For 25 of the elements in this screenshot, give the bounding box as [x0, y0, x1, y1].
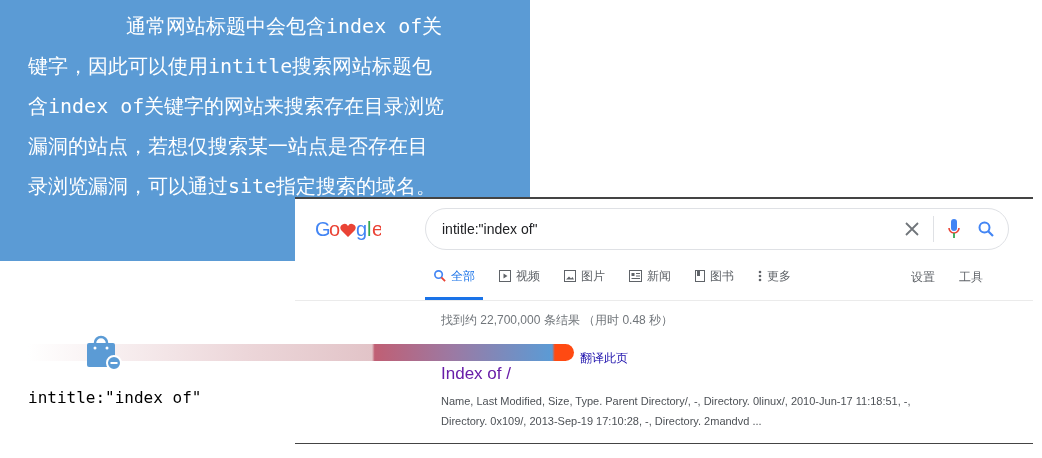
more-icon [758, 269, 762, 282]
search-query: intitle:"index of" [442, 219, 539, 239]
book-icon [695, 269, 705, 282]
result-title[interactable]: Index of / [441, 363, 1033, 385]
tab[interactable]: 更多 [750, 264, 799, 300]
tab[interactable]: 视频 [491, 264, 548, 300]
close-icon[interactable] [905, 222, 919, 236]
translate-link[interactable]: 翻译此页 [580, 351, 628, 365]
result-stats: 找到约 22,700,000 条结果 （用时 0.48 秒） [441, 312, 675, 329]
tab[interactable]: 全部 [425, 264, 483, 300]
paragraph: 通常网站标题中会包含index of关 键字，因此可以使用intitle搜索网站标题包 含index of关键字的网站来搜索存在目录浏览 漏洞的站点，若想仅搜索某一站点是否存在目 录浏览漏洞，可以通过site指定搜索的域名。 [28, 13, 446, 200]
result-snippet: Name, Last Modified, Size, Type. Parent Directory/, -, Directory. 0linux/, 2010-Jun-17 11:18:51, -, Directory. 0x109/, 2013-Sep-19 17:10:28, -, Directory. 2mandvd ... [441, 394, 912, 429]
shopping-bag-icon [86, 333, 122, 371]
tool-link[interactable]: 工具 [959, 264, 983, 300]
search-icon [433, 269, 446, 282]
tab[interactable]: 图片 [556, 264, 613, 300]
tool-link[interactable]: 设置 [911, 264, 935, 300]
search-icon[interactable] [978, 221, 994, 237]
tab[interactable]: 新闻 [621, 264, 679, 300]
caption: intitle:"index of" [28, 387, 202, 409]
newspaper-icon [629, 269, 642, 282]
play-icon [499, 269, 511, 282]
tab[interactable]: 图书 [687, 264, 742, 300]
image-icon [564, 269, 576, 282]
microphone-icon[interactable] [948, 219, 960, 239]
